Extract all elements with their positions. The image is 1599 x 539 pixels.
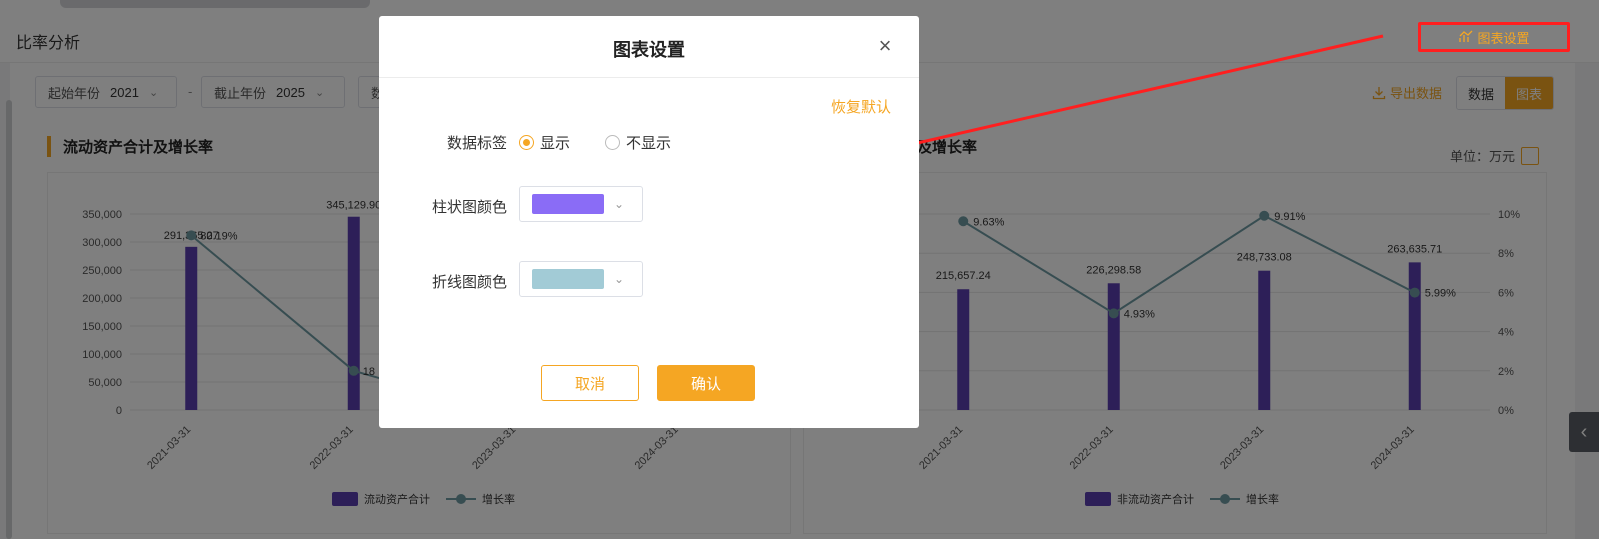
chevron-down-icon: ⌄ [614,197,625,211]
bar-color-picker[interactable]: ⌄ [519,186,643,222]
chart-settings-label: 图表设置 [1477,30,1530,46]
data-label-label: 数据标签 [446,135,507,152]
bar-color-swatch [532,194,604,214]
line-color-label: 折线图颜色 [431,274,507,291]
chart-settings-icon [1459,30,1473,42]
hide-radio[interactable]: 不显示 [605,132,671,153]
modal-title: 图表设置 [613,40,685,60]
line-color-swatch [532,269,604,289]
confirm-button[interactable]: 确认 [657,365,755,401]
chart-settings-modal: 图表设置 × 恢复默认 数据标签 显示 不显示 柱状图颜色 ⌄ 折线图颜色 ⌄ … [379,16,919,428]
line-color-picker[interactable]: ⌄ [519,261,643,297]
hide-label: 不显示 [626,135,672,152]
bar-color-label: 柱状图颜色 [431,199,507,216]
chevron-down-icon: ⌄ [614,272,625,286]
cancel-button[interactable]: 取消 [541,365,639,401]
radio-checked-icon [519,135,534,150]
show-label: 显示 [540,135,571,152]
show-radio[interactable]: 显示 [519,132,570,153]
close-icon[interactable]: × [875,35,895,57]
reset-default-link[interactable]: 恢复默认 [831,96,891,117]
chart-settings-link[interactable]: 图表设置 [1418,22,1570,52]
modal-header: 图表设置 × [379,16,919,78]
radio-unchecked-icon [605,135,620,150]
